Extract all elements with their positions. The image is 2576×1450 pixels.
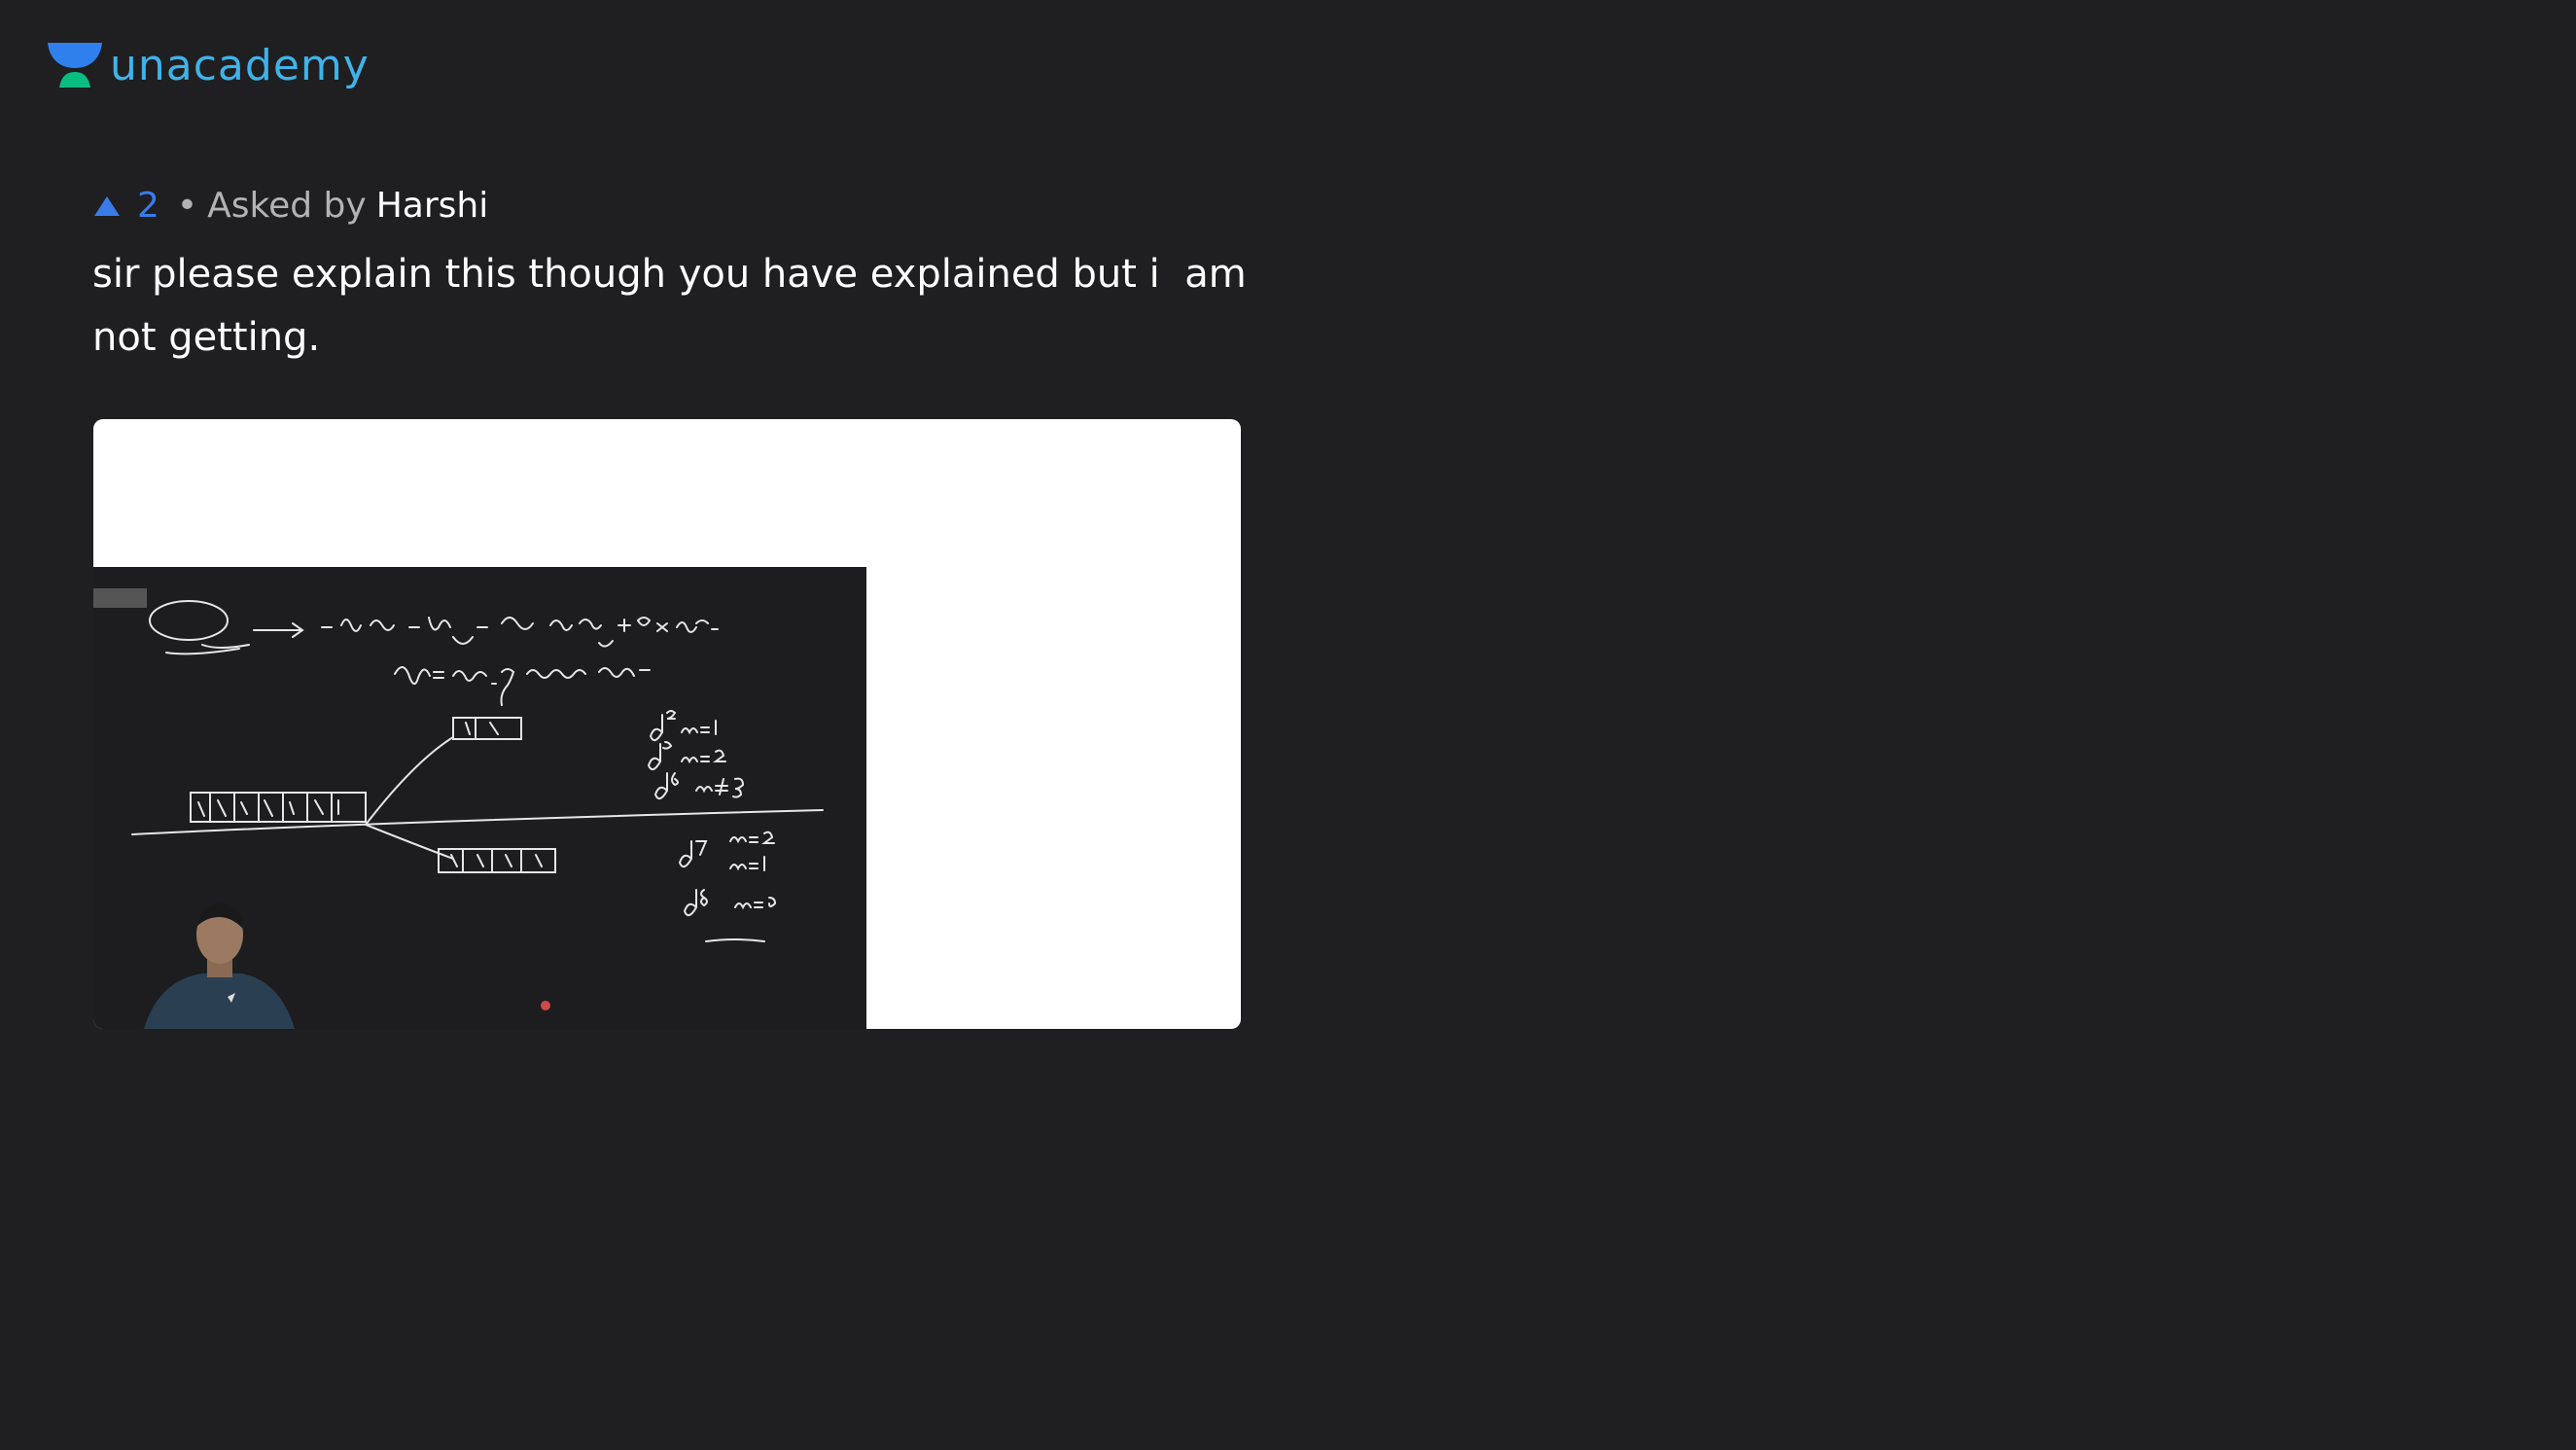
lecture-screenshot <box>93 567 866 1029</box>
upvote-count: 2 <box>137 186 159 226</box>
upvote-triangle-icon[interactable] <box>92 195 122 218</box>
meta-separator: • <box>176 186 198 226</box>
unacademy-logo[interactable]: unacademy <box>46 39 370 93</box>
teacher-video-thumbnail <box>144 902 295 1029</box>
question-attachment-image[interactable] <box>93 419 1241 1029</box>
logo-wordmark: unacademy <box>110 41 370 90</box>
page: unacademy 2 • Asked by Harshi sir please… <box>0 0 2576 1450</box>
question-meta: 2 • Asked by Harshi <box>92 189 488 224</box>
asker-name[interactable]: Harshi <box>376 189 489 224</box>
question-text: sir please explain this though you have … <box>92 252 1247 360</box>
asked-by-label: Asked by <box>207 186 367 226</box>
unacademy-logo-icon <box>46 39 104 93</box>
